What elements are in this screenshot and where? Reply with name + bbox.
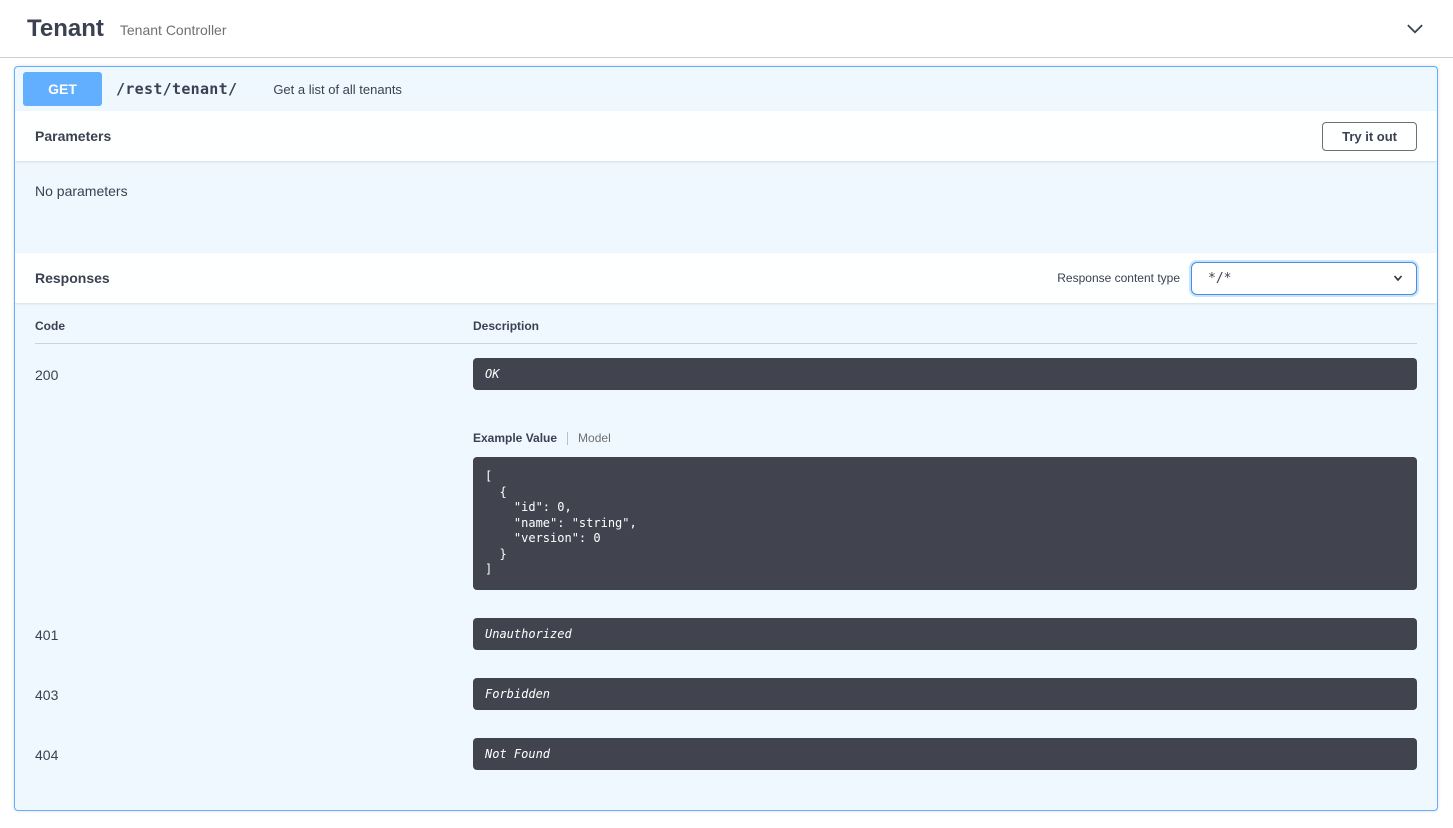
tag-description: Tenant Controller [120, 19, 227, 38]
parameters-title: Parameters [35, 128, 111, 144]
response-code: 403 [35, 678, 473, 710]
response-description-block: Forbidden [473, 678, 1417, 710]
responses-table: Code Description 200 OK Example Value Mo… [15, 303, 1437, 810]
response-description-cell: OK Example Value Model [ { "id": 0, "nam… [473, 358, 1417, 590]
response-code: 401 [35, 618, 473, 650]
parameters-section-header: Parameters Try it out [15, 111, 1437, 161]
tag-section-header[interactable]: Tenant Tenant Controller [0, 0, 1453, 58]
response-row-403: 403 Forbidden [35, 678, 1417, 710]
endpoint-path: /rest/tenant/ [116, 80, 237, 98]
tag-title: Tenant [27, 15, 104, 43]
example-json-code-block: [ { "id": 0, "name": "string", "version"… [473, 457, 1417, 590]
no-parameters-message: No parameters [35, 183, 128, 199]
operation-block-get: GET /rest/tenant/ Get a list of all tena… [14, 66, 1438, 811]
description-column-header: Description [473, 319, 1417, 333]
select-chevron-down-icon [1392, 272, 1404, 284]
response-description-cell: Unauthorized [473, 618, 1417, 650]
response-content-type-value: */* [1208, 271, 1231, 286]
response-row-404: 404 Not Found [35, 738, 1417, 770]
operation-summary[interactable]: GET /rest/tenant/ Get a list of all tena… [15, 67, 1437, 111]
example-model-tabs: Example Value Model [473, 431, 1417, 445]
response-description-cell: Forbidden [473, 678, 1417, 710]
response-content-type-select[interactable]: */* [1191, 262, 1417, 295]
response-content-type-wrap: Response content type */* [1057, 262, 1417, 295]
parameters-body: No parameters [15, 161, 1437, 253]
response-content-type-label: Response content type [1057, 271, 1180, 285]
response-description-block: OK [473, 358, 1417, 390]
response-row-200: 200 OK Example Value Model [ { "id": 0, … [35, 358, 1417, 590]
response-row-401: 401 Unauthorized [35, 618, 1417, 650]
method-badge: GET [23, 72, 102, 106]
chevron-down-icon[interactable] [1404, 18, 1426, 40]
endpoint-description: Get a list of all tenants [273, 82, 402, 97]
response-description-block: Not Found [473, 738, 1417, 770]
responses-title: Responses [35, 270, 110, 286]
response-description-cell: Not Found [473, 738, 1417, 770]
response-description-block: Unauthorized [473, 618, 1417, 650]
response-code: 404 [35, 738, 473, 770]
responses-section-header: Responses Response content type */* [15, 253, 1437, 303]
try-it-out-button[interactable]: Try it out [1322, 122, 1417, 151]
response-code: 200 [35, 358, 473, 590]
code-column-header: Code [35, 319, 473, 333]
tab-example-value[interactable]: Example Value [473, 431, 557, 445]
responses-table-header: Code Description [35, 303, 1417, 344]
tab-model[interactable]: Model [578, 431, 611, 445]
tab-divider [567, 432, 568, 445]
